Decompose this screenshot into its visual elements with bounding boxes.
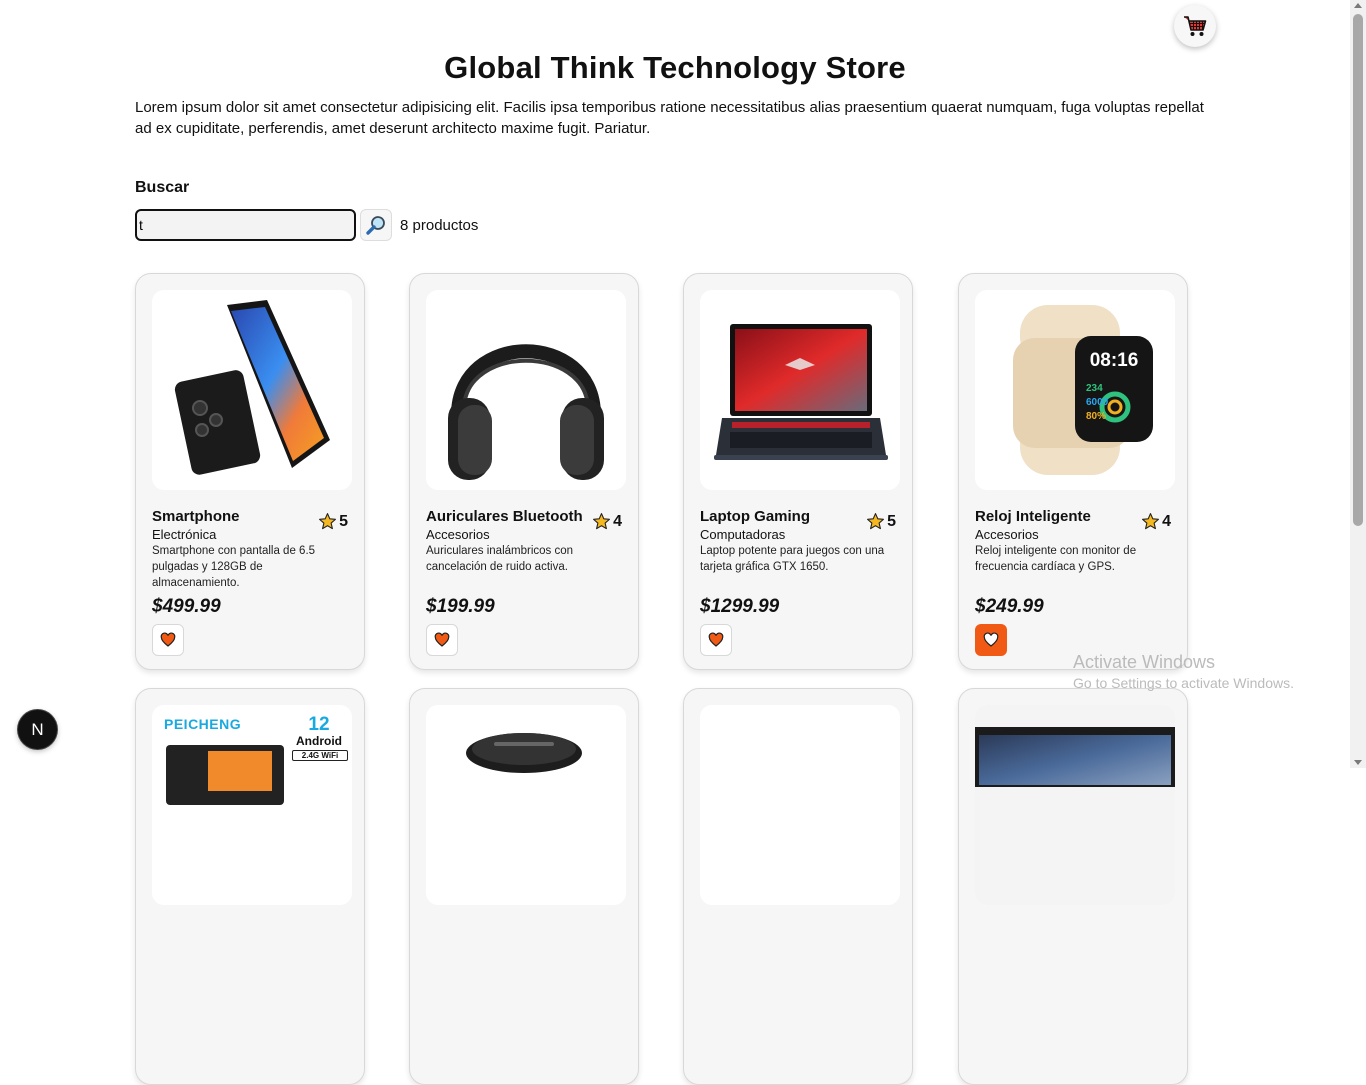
product-category: Accesorios: [975, 527, 1039, 542]
tablet-image: [166, 745, 284, 805]
product-image: [700, 290, 900, 490]
headphones-image: [448, 344, 604, 480]
laptop-image: [714, 324, 888, 460]
framework-badge-letter: N: [31, 719, 44, 739]
product-rating: 4: [592, 512, 622, 531]
product-price: $1299.99: [700, 596, 780, 617]
speaker-image: [466, 733, 582, 773]
scroll-up-arrow-icon[interactable]: [1354, 3, 1362, 8]
product-price: $249.99: [975, 596, 1044, 617]
product-card: [958, 688, 1188, 1085]
watch-stat-calories: 6000: [1086, 397, 1109, 408]
watch-stat-percent: 80%: [1086, 411, 1107, 422]
watch-stat-steps: 234: [1086, 383, 1103, 394]
star-icon: [319, 513, 337, 530]
shopping-cart-icon: [1184, 16, 1207, 36]
rating-value: 4: [613, 512, 622, 530]
product-card: 08:16 234 6000 80% Reloj Inteligente 4 A…: [958, 273, 1188, 670]
store-description: Lorem ipsum dolor sit amet consectetur a…: [135, 99, 1204, 137]
favorite-button[interactable]: [152, 624, 184, 656]
favorite-button[interactable]: [426, 624, 458, 656]
product-card: Auriculares Bluetooth 4 Accesorios Auric…: [409, 273, 639, 670]
search-label: Buscar: [135, 179, 190, 196]
product-category: Electrónica: [152, 527, 217, 542]
product-category: Computadoras: [700, 527, 786, 542]
product-image: [975, 705, 1175, 905]
product-card: Smartphone 5 Electrónica Smartphone con …: [135, 273, 365, 670]
monitor-image: [975, 705, 1175, 905]
product-price: $499.99: [152, 596, 221, 617]
page-title: Global Think Technology Store: [444, 50, 906, 85]
heart-icon: [434, 632, 450, 647]
product-name: Laptop Gaming: [700, 508, 810, 525]
product-card: [409, 688, 639, 1085]
scrollbar-thumb[interactable]: [1353, 14, 1363, 526]
heart-icon: [708, 632, 724, 647]
star-icon: [593, 513, 611, 530]
product-card: [683, 688, 913, 1085]
product-rating: 4: [1141, 512, 1171, 531]
product-rating: 5: [318, 512, 348, 531]
product-description: Smartphone con pantalla de 6.5 pulgadas …: [152, 545, 316, 589]
star-icon: [867, 513, 885, 530]
product-image: [700, 705, 900, 905]
rating-value: 5: [887, 512, 896, 530]
page-scrollbar[interactable]: [1350, 0, 1366, 768]
watch-time: 08:16: [1089, 350, 1139, 371]
product-image: [426, 705, 626, 905]
search-button[interactable]: [360, 209, 392, 241]
search-input[interactable]: [135, 209, 356, 241]
product-count: 8 productos: [400, 217, 479, 234]
product-price: $199.99: [426, 596, 495, 617]
smartphone-image: [174, 300, 330, 475]
product-name: Reloj Inteligente: [975, 508, 1091, 525]
cart-button[interactable]: [1174, 5, 1216, 47]
product-description: Auriculares inalámbricos con cancelación…: [426, 545, 574, 573]
product-name: Smartphone: [152, 508, 240, 525]
smartwatch-image: [1013, 305, 1153, 475]
product-image: PEICHENG 12 Android 2.4G WiFi: [152, 705, 352, 905]
product-category: Accesorios: [426, 527, 490, 542]
product-image: [426, 290, 626, 490]
product-description: Laptop potente para juegos con una tarje…: [700, 545, 885, 573]
product-image: [152, 290, 352, 490]
favorite-button[interactable]: [700, 624, 732, 656]
scroll-down-arrow-icon[interactable]: [1354, 760, 1362, 765]
product-rating: 5: [866, 512, 896, 531]
star-icon: [1142, 513, 1160, 530]
product-name: Auriculares Bluetooth: [426, 508, 583, 525]
heart-icon: [160, 632, 176, 647]
product-image: 08:16 234 6000 80%: [975, 290, 1175, 490]
framework-dev-badge[interactable]: N: [18, 710, 57, 749]
product-description: Reloj inteligente con monitor de frecuen…: [975, 545, 1137, 573]
heart-icon: [983, 632, 999, 647]
product-card: PEICHENG 12 Android 2.4G WiFi: [135, 688, 365, 1085]
favorite-button[interactable]: [975, 624, 1007, 656]
search-magnifier-icon: [366, 216, 385, 235]
product-card: Laptop Gaming 5 Computadoras Laptop pote…: [683, 273, 913, 670]
rating-value: 4: [1162, 512, 1171, 530]
rating-value: 5: [339, 512, 348, 530]
